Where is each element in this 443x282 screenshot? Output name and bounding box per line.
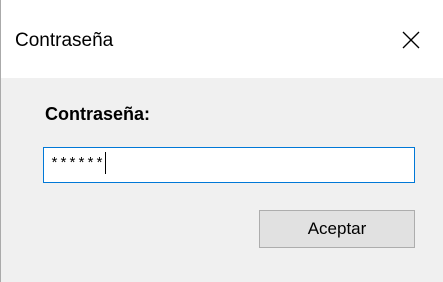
close-icon xyxy=(402,31,420,49)
window-title: Contraseña xyxy=(15,30,114,51)
accept-button[interactable]: Aceptar xyxy=(259,210,415,248)
dialog-body: Contraseña: ****** Aceptar xyxy=(1,78,443,282)
password-value: ****** xyxy=(50,156,105,173)
password-field[interactable]: ****** xyxy=(43,147,415,183)
close-button[interactable] xyxy=(381,0,443,78)
password-dialog: Contraseña Contraseña: ****** Aceptar xyxy=(0,0,443,282)
text-caret xyxy=(105,151,107,174)
title-bar[interactable]: Contraseña xyxy=(1,0,443,78)
password-label: Contraseña: xyxy=(45,104,151,124)
